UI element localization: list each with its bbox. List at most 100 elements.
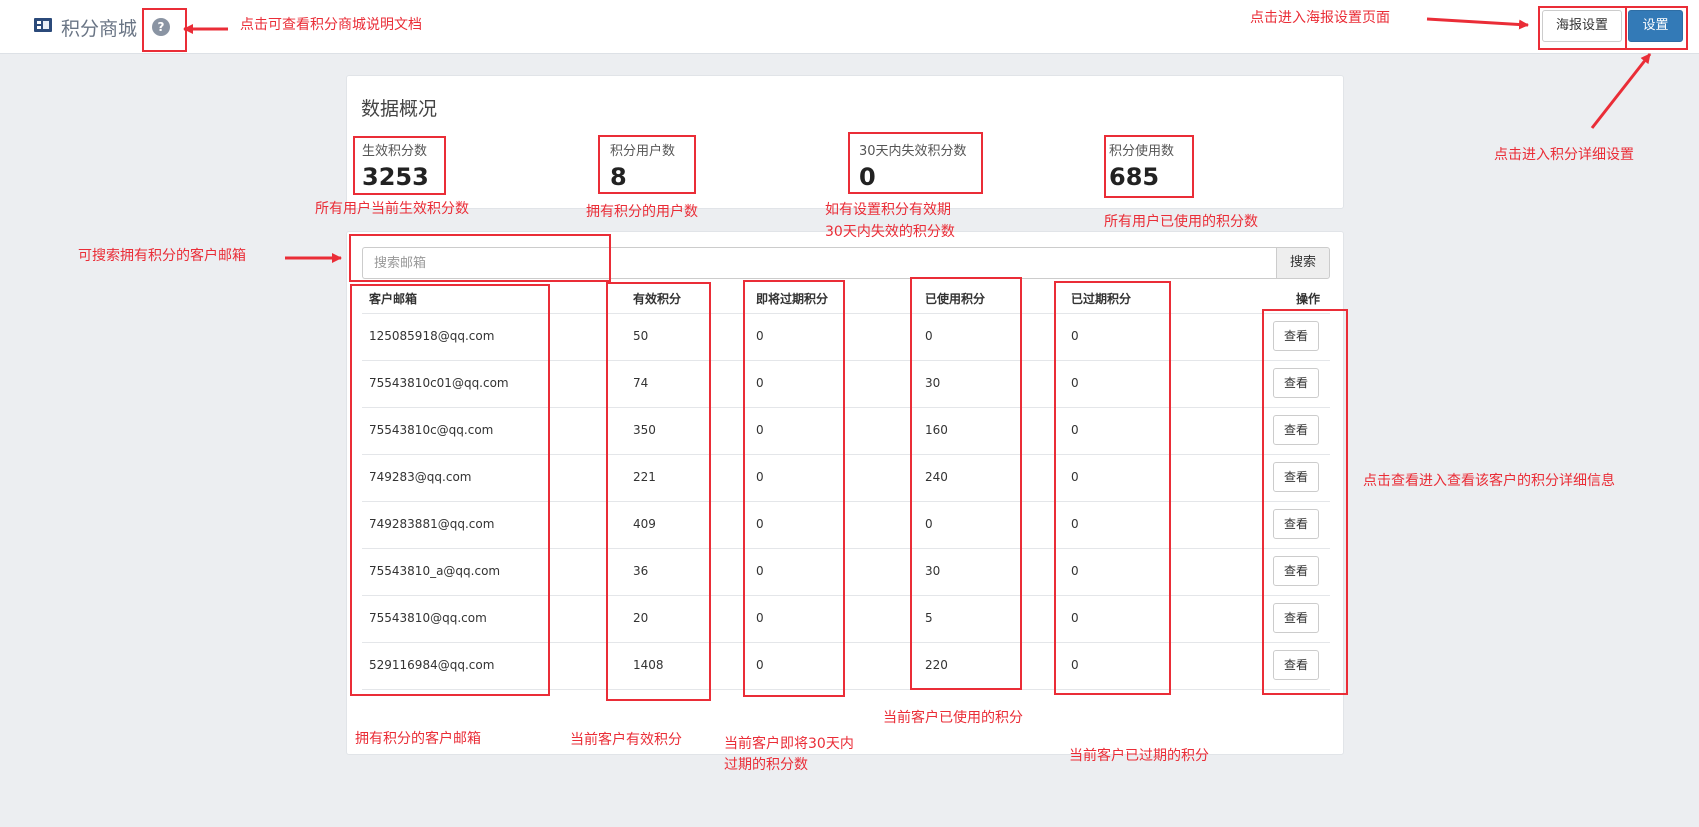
row-divider [362,642,1330,643]
column-header-actions: 操作 [1296,292,1321,306]
cell-expired-points: 0 [1071,517,1079,531]
cell-email: 75543810@qq.com [369,611,487,625]
table-header-divider [362,313,1330,314]
view-button[interactable]: 查看 [1273,415,1319,445]
view-button[interactable]: 查看 [1273,462,1319,492]
cell-expiring-points: 0 [756,658,764,672]
column-header-expired-points: 已过期积分 [1071,292,1132,306]
annotation-expiring-column-1: 当前客户即将30天内 [724,736,854,752]
row-divider [362,454,1330,455]
cell-email: 749283@qq.com [369,470,472,484]
cell-valid-points: 74 [633,376,649,390]
cell-used-points: 0 [925,329,933,343]
cell-expired-points: 0 [1071,423,1079,437]
column-header-used-points: 已使用积分 [925,292,986,306]
search-email-input[interactable] [362,247,1278,279]
cell-expired-points: 0 [1071,564,1079,578]
cell-used-points: 5 [925,611,933,625]
stat-value: 0 [859,163,876,191]
cell-expiring-points: 0 [756,423,764,437]
stat-value: 685 [1109,163,1160,191]
row-divider [362,360,1330,361]
annotation-stat-expiring-1: 如有设置积分有效期 [825,202,951,218]
cell-valid-points: 221 [633,470,656,484]
annotation-stat-expiring-2: 30天内失效的积分数 [825,224,955,240]
cell-used-points: 240 [925,470,948,484]
cell-email: 125085918@qq.com [369,329,495,343]
column-header-expiring-points: 即将过期积分 [756,292,829,306]
settings-button[interactable]: 设置 [1628,10,1683,42]
annotation-stat-users: 拥有积分的用户数 [586,204,698,220]
cell-valid-points: 50 [633,329,649,343]
cell-used-points: 0 [925,517,933,531]
cell-valid-points: 409 [633,517,656,531]
mall-icon [34,18,52,32]
stat-point-users: 积分用户数 8 [610,140,675,191]
row-divider [362,595,1330,596]
cell-expired-points: 0 [1071,376,1079,390]
stat-value: 8 [610,163,627,191]
stat-label: 积分使用数 [1109,144,1175,159]
row-divider [362,407,1330,408]
cell-expiring-points: 0 [756,376,764,390]
view-button[interactable]: 查看 [1273,603,1319,633]
cell-used-points: 30 [925,564,941,578]
cell-email: 75543810c@qq.com [369,423,494,437]
poster-settings-button[interactable]: 海报设置 [1542,10,1622,42]
overview-panel: 数据概况 生效积分数 3253 积分用户数 8 30天内失效积分数 0 积分使用… [346,75,1344,209]
cell-expiring-points: 0 [756,470,764,484]
cell-expiring-points: 0 [756,517,764,531]
stat-label: 30天内失效积分数 [859,144,967,159]
column-header-email: 客户邮箱 [369,292,418,306]
stat-expiring-points: 30天内失效积分数 0 [859,140,967,191]
annotation-valid-column: 当前客户有效积分 [570,732,682,748]
stat-effective-points: 生效积分数 3253 [362,140,429,191]
page-title: 积分商城 [61,18,138,40]
cell-used-points: 220 [925,658,948,672]
cell-valid-points: 20 [633,611,649,625]
cell-expired-points: 0 [1071,658,1079,672]
cell-used-points: 30 [925,376,941,390]
cell-expired-points: 0 [1071,470,1079,484]
customer-points-panel: 搜索 客户邮箱 有效积分 即将过期积分 已使用积分 已过期积分 操作 12508… [346,231,1344,755]
row-divider [362,548,1330,549]
annotation-view: 点击查看进入查看该客户的积分详细信息 [1363,473,1615,489]
annotation-search: 可搜索拥有积分的客户邮箱 [78,248,246,264]
row-divider [362,501,1330,502]
view-button[interactable]: 查看 [1273,556,1319,586]
cell-valid-points: 350 [633,423,656,437]
view-button[interactable]: 查看 [1273,321,1319,351]
cell-email: 75543810_a@qq.com [369,564,501,578]
cell-expired-points: 0 [1071,329,1079,343]
cell-expired-points: 0 [1071,611,1079,625]
annotation-stat-used: 所有用户已使用的积分数 [1104,214,1258,230]
annotation-help: 点击可查看积分商城说明文档 [240,17,422,33]
cell-valid-points: 36 [633,564,649,578]
question-circle-icon[interactable]: ? [152,18,170,36]
stat-label: 生效积分数 [362,144,428,159]
annotation-poster: 点击进入海报设置页面 [1250,10,1390,26]
annotation-email-column: 拥有积分的客户邮箱 [355,731,481,747]
cell-expiring-points: 0 [756,611,764,625]
view-button[interactable]: 查看 [1273,509,1319,539]
cell-valid-points: 1408 [633,658,664,672]
stat-used-points: 积分使用数 685 [1109,140,1174,191]
annotation-expiring-column-2: 过期的积分数 [724,757,808,773]
annotation-expired-column: 当前客户已过期的积分 [1069,748,1209,764]
cell-expiring-points: 0 [756,329,764,343]
overview-heading: 数据概况 [361,98,438,120]
view-button[interactable]: 查看 [1273,650,1319,680]
cell-email: 529116984@qq.com [369,658,495,672]
annotation-settings: 点击进入积分详细设置 [1494,147,1634,163]
cell-email: 75543810c01@qq.com [369,376,509,390]
view-button[interactable]: 查看 [1273,368,1319,398]
stat-label: 积分用户数 [610,144,676,159]
annotation-stat-effective: 所有用户当前生效积分数 [315,201,469,217]
column-header-valid-points: 有效积分 [633,292,682,306]
search-button[interactable]: 搜索 [1276,247,1330,279]
row-divider [362,689,1330,690]
stat-value: 3253 [362,163,429,191]
cell-used-points: 160 [925,423,948,437]
cell-expiring-points: 0 [756,564,764,578]
annotation-used-column: 当前客户已使用的积分 [883,710,1023,726]
